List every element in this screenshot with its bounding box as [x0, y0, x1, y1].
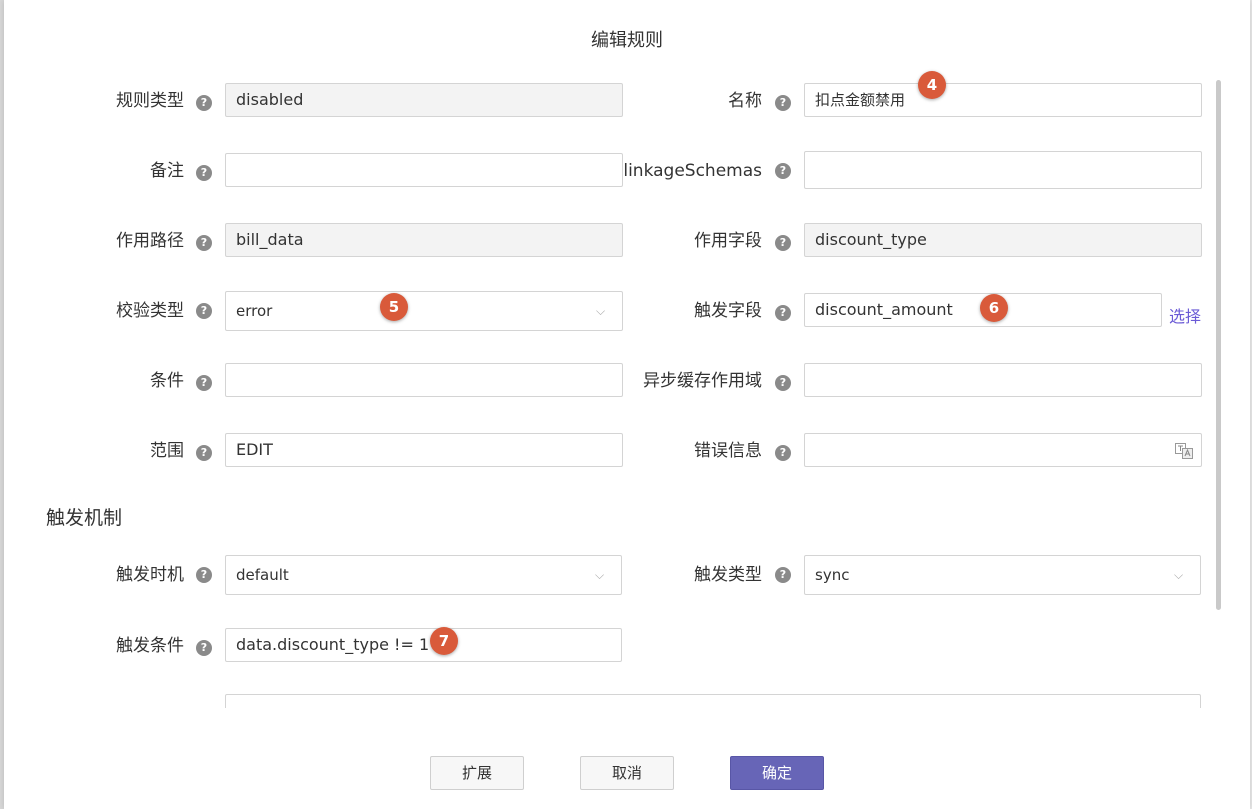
- trigger-section-title: 触发机制: [46, 507, 123, 529]
- scope-help-icon[interactable]: ?: [196, 445, 212, 461]
- edit-rule-dialog: 编辑规则 规则类型 ? disabled 名称 ? 扣点金额禁用 备注 ? li…: [4, 0, 1250, 809]
- condition-label: 条件: [150, 371, 184, 391]
- error-info-label: 错误信息: [694, 441, 762, 461]
- step-badge-4: 4: [918, 71, 946, 99]
- name-help-icon[interactable]: ?: [775, 95, 791, 111]
- linkage-schemas-label: linkageSchemas: [623, 161, 762, 181]
- path-field[interactable]: bill_data: [225, 223, 623, 257]
- trigger-condition-field[interactable]: data.discount_type != 1: [225, 628, 622, 662]
- translate-icon[interactable]: [1175, 443, 1193, 459]
- validate-type-help-icon[interactable]: ?: [196, 303, 212, 319]
- async-cache-scope-field[interactable]: [804, 363, 1202, 397]
- trigger-type-value: sync: [815, 566, 850, 584]
- trigger-field-help-icon[interactable]: ?: [775, 305, 791, 321]
- name-label: 名称: [728, 91, 762, 111]
- cancel-button[interactable]: 取消: [580, 756, 674, 790]
- scope-field[interactable]: EDIT: [225, 433, 623, 467]
- validate-type-label: 校验类型: [116, 301, 184, 321]
- remark-field[interactable]: [225, 153, 623, 187]
- trigger-field-label: 触发字段: [694, 301, 762, 321]
- name-field[interactable]: 扣点金额禁用: [804, 83, 1202, 117]
- extend-button[interactable]: 扩展: [430, 756, 524, 790]
- field-help-icon[interactable]: ?: [775, 235, 791, 251]
- trigger-type-label: 触发类型: [694, 565, 762, 585]
- remark-label: 备注: [150, 161, 184, 181]
- confirm-button[interactable]: 确定: [730, 756, 824, 790]
- linkage-schemas-field[interactable]: [804, 151, 1202, 189]
- chevron-down-icon: ⌵: [1174, 568, 1184, 582]
- path-help-icon[interactable]: ?: [196, 235, 212, 251]
- linkage-schemas-help-icon[interactable]: ?: [775, 163, 791, 179]
- scope-label: 范围: [150, 441, 184, 461]
- trigger-timing-value: default: [236, 566, 289, 584]
- validate-type-value: error: [236, 302, 273, 320]
- code-editor-field[interactable]: [225, 694, 1201, 708]
- path-label: 作用路径: [116, 231, 184, 251]
- select-trigger-field-link[interactable]: 选择: [1169, 303, 1201, 327]
- error-info-help-icon[interactable]: ?: [775, 445, 791, 461]
- step-badge-6: 6: [980, 294, 1008, 322]
- error-info-field[interactable]: [804, 433, 1202, 467]
- trigger-timing-label: 触发时机: [116, 565, 184, 585]
- step-badge-7: 7: [430, 627, 458, 655]
- field-label: 作用字段: [694, 231, 762, 251]
- async-cache-scope-label: 异步缓存作用域: [643, 371, 762, 391]
- trigger-type-select[interactable]: sync ⌵: [804, 555, 1201, 595]
- trigger-condition-help-icon[interactable]: ?: [196, 640, 212, 656]
- trigger-timing-select[interactable]: default ⌵: [225, 555, 622, 595]
- rule-type-help-icon[interactable]: ?: [196, 95, 212, 111]
- validate-type-select[interactable]: error ⌵: [225, 291, 623, 331]
- trigger-condition-label: 触发条件: [116, 636, 184, 656]
- field-field[interactable]: discount_type: [804, 223, 1202, 257]
- step-badge-5: 5: [380, 293, 408, 321]
- condition-field[interactable]: [225, 363, 623, 397]
- rule-type-label: 规则类型: [116, 91, 184, 111]
- async-cache-scope-help-icon[interactable]: ?: [775, 375, 791, 391]
- trigger-type-help-icon[interactable]: ?: [775, 567, 791, 583]
- trigger-timing-help-icon[interactable]: ?: [196, 567, 212, 583]
- rule-type-field[interactable]: disabled: [225, 83, 623, 117]
- condition-help-icon[interactable]: ?: [196, 375, 212, 391]
- dialog-title: 编辑规则: [591, 30, 663, 51]
- remark-help-icon[interactable]: ?: [196, 165, 212, 181]
- scrollbar[interactable]: [1216, 80, 1221, 610]
